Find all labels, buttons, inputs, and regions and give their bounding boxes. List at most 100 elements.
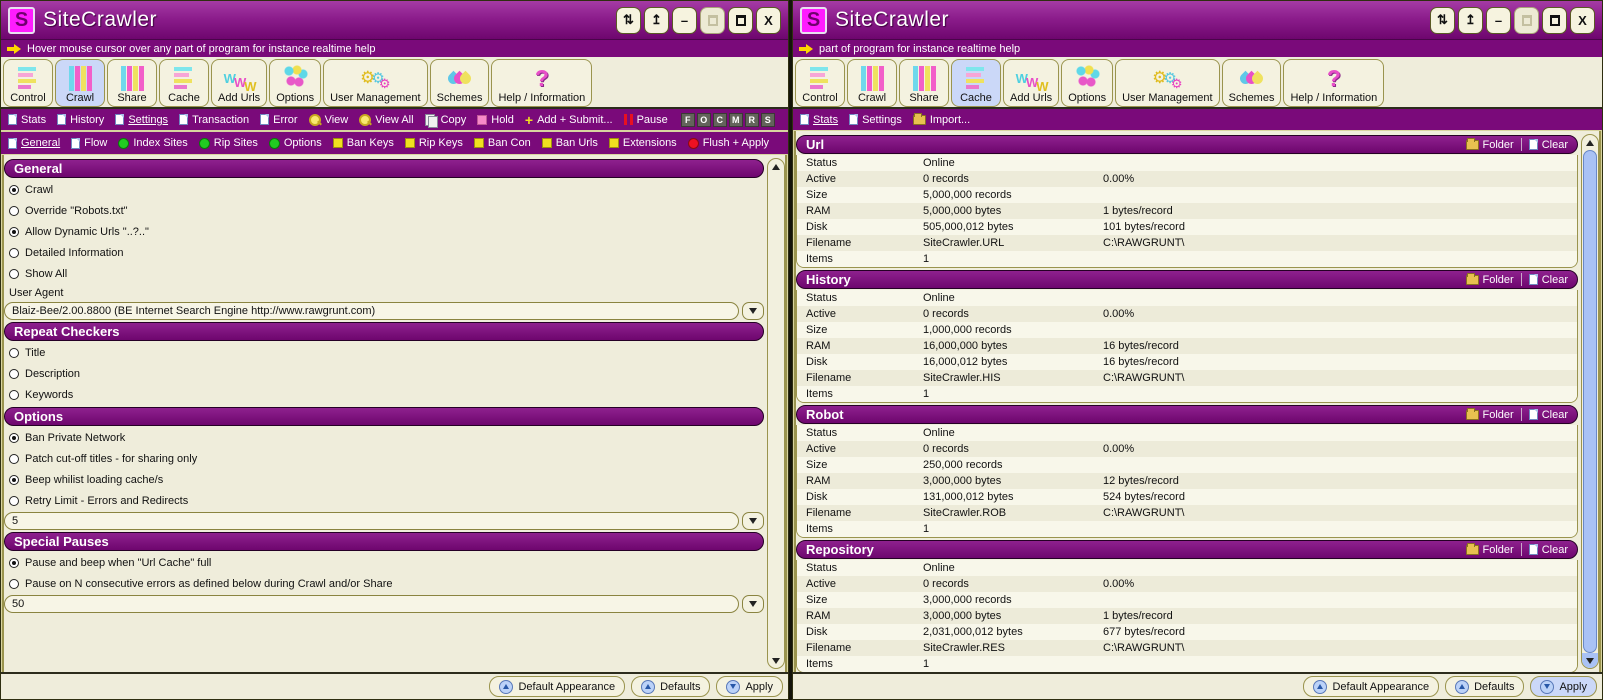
submenu-item-rip-sites[interactable]: Rip Sites — [199, 137, 258, 149]
folder-button[interactable]: Folder — [1466, 544, 1514, 556]
toolbar-button-help[interactable]: ? Help / Information — [491, 59, 592, 107]
radio-icon[interactable] — [9, 433, 19, 443]
scroll-up-button[interactable] — [768, 159, 784, 174]
radio-option-ban-private-network[interactable]: Ban Private Network — [4, 427, 764, 448]
menu-item-settings[interactable]: Settings — [115, 114, 168, 126]
consecutive-errors-field[interactable]: 50 — [4, 595, 739, 613]
toolbar-button-control[interactable]: Control — [3, 59, 53, 107]
default-appearance-button[interactable]: Default Appearance — [489, 676, 625, 697]
radio-option-override-robots[interactable]: Override "Robots.txt" — [4, 200, 764, 221]
menu-item-add-submit[interactable]: +Add + Submit... — [525, 114, 613, 126]
apply-button[interactable]: Apply — [1530, 676, 1597, 697]
submenu-item-extensions[interactable]: Extensions — [609, 137, 677, 149]
toolbar-button-crawl[interactable]: Crawl — [55, 59, 105, 107]
toolbar-button-help[interactable]: ? Help / Information — [1283, 59, 1384, 107]
submenu-item-flow[interactable]: Flow — [71, 137, 107, 149]
radio-icon[interactable] — [9, 454, 19, 464]
maximize-button[interactable] — [1542, 7, 1567, 34]
menu-item-pause[interactable]: Pause — [624, 114, 668, 126]
menu-item-view[interactable]: View — [309, 114, 349, 126]
clear-button[interactable]: Clear — [1529, 409, 1568, 421]
toolbar-button-add-urls[interactable]: WWW Add Urls — [1003, 59, 1059, 107]
toolbar-button-options[interactable]: Options — [1061, 59, 1113, 107]
badge-m[interactable]: M — [729, 113, 743, 127]
radio-option-allow-dynamic-urls[interactable]: Allow Dynamic Urls "..?.." — [4, 221, 764, 242]
radio-icon[interactable] — [9, 185, 19, 195]
toolbar-button-cache[interactable]: Cache — [951, 59, 1001, 107]
scroll-track[interactable] — [768, 174, 784, 653]
titlebar[interactable]: S SiteCrawler ⇅ ↥ – X — [1, 1, 788, 39]
radio-icon[interactable] — [9, 248, 19, 258]
toolbar-button-user-management[interactable]: ⚙⚙⚙ User Management — [323, 59, 428, 107]
submenu-item-general[interactable]: General — [8, 137, 60, 149]
apply-button[interactable]: Apply — [716, 676, 783, 697]
menu-item-view-all[interactable]: View All — [359, 114, 413, 126]
default-appearance-button[interactable]: Default Appearance — [1303, 676, 1439, 697]
radio-option-keywords[interactable]: Keywords — [4, 384, 764, 405]
menu-item-history[interactable]: History — [57, 114, 104, 126]
submenu-item-ban-con[interactable]: Ban Con — [474, 137, 531, 149]
rollup-button[interactable]: ⇅ — [1430, 7, 1455, 34]
submenu-item-ban-urls[interactable]: Ban Urls — [542, 137, 598, 149]
radio-icon[interactable] — [9, 227, 19, 237]
clear-button[interactable]: Clear — [1529, 274, 1568, 286]
radio-icon[interactable] — [9, 206, 19, 216]
close-button[interactable]: X — [756, 7, 781, 34]
clear-button[interactable]: Clear — [1529, 139, 1568, 151]
radio-option-patch-cutoff-titles[interactable]: Patch cut-off titles - for sharing only — [4, 448, 764, 469]
defaults-button[interactable]: Defaults — [631, 676, 710, 697]
radio-option-description[interactable]: Description — [4, 363, 764, 384]
menu-item-stats[interactable]: Stats — [800, 114, 838, 126]
toolbar-button-share[interactable]: Share — [899, 59, 949, 107]
radio-icon[interactable] — [9, 348, 19, 358]
maximize-button[interactable] — [728, 7, 753, 34]
toolbar-button-add-urls[interactable]: WWW Add Urls — [211, 59, 267, 107]
submenu-item-ban-keys[interactable]: Ban Keys — [333, 137, 394, 149]
badge-o[interactable]: O — [697, 113, 711, 127]
badge-f[interactable]: F — [681, 113, 695, 127]
vertical-scrollbar[interactable] — [1581, 134, 1599, 669]
radio-option-retry-limit[interactable]: Retry Limit - Errors and Redirects — [4, 490, 764, 511]
badge-c[interactable]: C — [713, 113, 727, 127]
radio-option-title[interactable]: Title — [4, 342, 764, 363]
menu-item-stats[interactable]: Stats — [8, 114, 46, 126]
folder-button[interactable]: Folder — [1466, 139, 1514, 151]
submenu-item-options[interactable]: Options — [269, 137, 322, 149]
defaults-button[interactable]: Defaults — [1445, 676, 1524, 697]
submenu-item-flush-apply[interactable]: Flush + Apply — [688, 137, 769, 149]
stay-on-top-button[interactable]: ↥ — [644, 7, 669, 34]
radio-icon[interactable] — [9, 269, 19, 279]
radio-icon[interactable] — [9, 558, 19, 568]
rollup-button[interactable]: ⇅ — [616, 7, 641, 34]
user-agent-field[interactable]: Blaiz-Bee/2.00.8800 (BE Internet Search … — [4, 302, 739, 320]
radio-icon[interactable] — [9, 475, 19, 485]
scroll-up-button[interactable] — [1582, 135, 1598, 150]
folder-button[interactable]: Folder — [1466, 274, 1514, 286]
badge-r[interactable]: R — [745, 113, 759, 127]
titlebar[interactable]: S SiteCrawler ⇅ ↥ – X — [793, 1, 1602, 39]
stay-on-top-button[interactable]: ↥ — [1458, 7, 1483, 34]
scroll-down-button[interactable] — [1582, 653, 1598, 668]
toolbar-button-share[interactable]: Share — [107, 59, 157, 107]
radio-icon[interactable] — [9, 496, 19, 506]
submenu-item-rip-keys[interactable]: Rip Keys — [405, 137, 463, 149]
toolbar-button-user-management[interactable]: ⚙⚙⚙ User Management — [1115, 59, 1220, 107]
menu-item-import[interactable]: Import... — [913, 114, 970, 126]
radio-option-crawl[interactable]: Crawl — [4, 179, 764, 200]
minimize-button[interactable]: – — [1486, 7, 1511, 34]
radio-icon[interactable] — [9, 579, 19, 589]
retry-limit-field[interactable]: 5 — [4, 512, 739, 530]
radio-option-detailed-information[interactable]: Detailed Information — [4, 242, 764, 263]
close-button[interactable]: X — [1570, 7, 1595, 34]
radio-option-pause-beep-full[interactable]: Pause and beep when "Url Cache" full — [4, 552, 764, 573]
submenu-item-index-sites[interactable]: Index Sites — [118, 137, 187, 149]
scroll-thumb[interactable] — [1583, 150, 1597, 653]
radio-option-beep-loading[interactable]: Beep whilist loading cache/s — [4, 469, 764, 490]
radio-icon[interactable] — [9, 390, 19, 400]
menu-item-transaction[interactable]: Transaction — [179, 114, 249, 126]
badge-s[interactable]: S — [761, 113, 775, 127]
toolbar-button-control[interactable]: Control — [795, 59, 845, 107]
menu-item-copy[interactable]: Copy — [425, 114, 467, 126]
consecutive-errors-dropdown-button[interactable] — [742, 595, 764, 613]
menu-item-settings[interactable]: Settings — [849, 114, 902, 126]
